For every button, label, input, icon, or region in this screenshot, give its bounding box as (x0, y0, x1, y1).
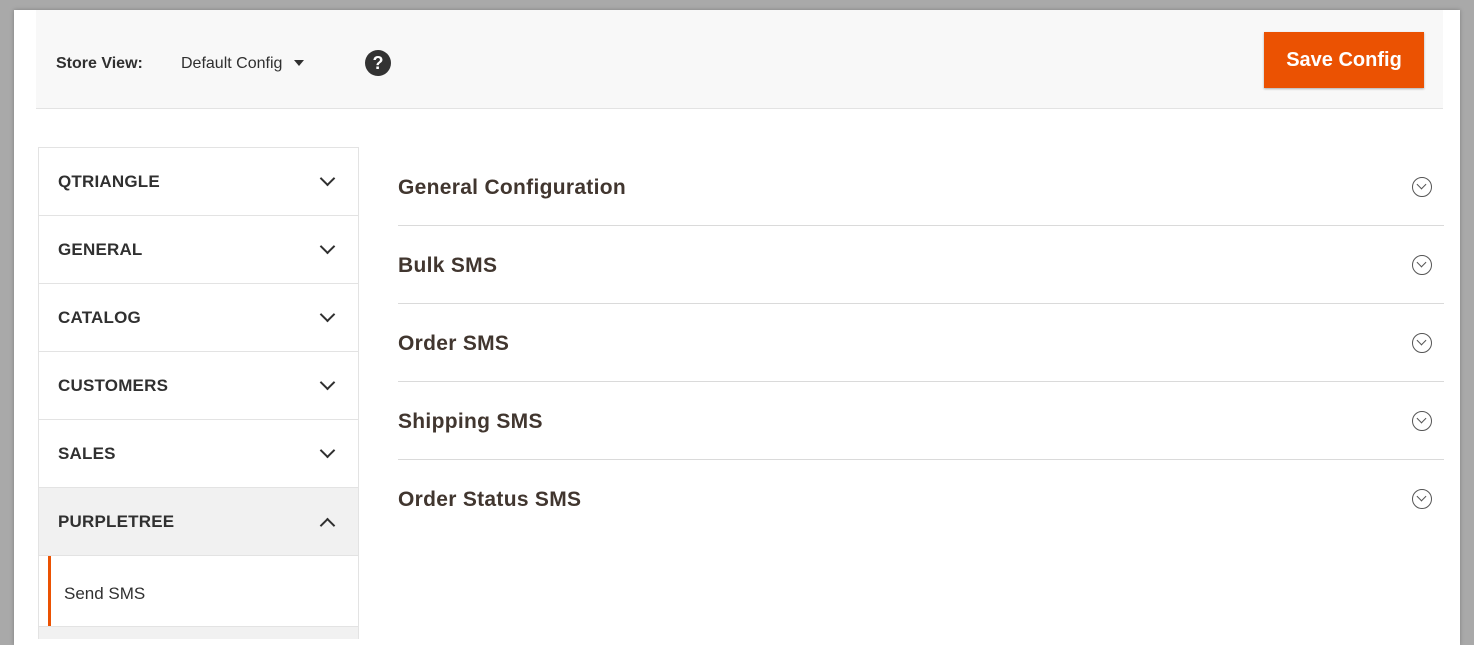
chevron-down-icon (319, 306, 336, 323)
section-title: Order SMS (398, 332, 510, 355)
help-icon[interactable]: ? (365, 50, 391, 76)
chevron-circle-down-icon (1412, 255, 1432, 275)
section-order-sms[interactable]: Order SMS (398, 304, 1444, 382)
save-config-button[interactable]: Save Config (1264, 32, 1424, 88)
sidebar-tab-purpletree[interactable]: PURPLETREE (38, 487, 359, 555)
sidebar-item-partial (38, 627, 359, 639)
chevron-down-icon (319, 170, 336, 187)
chevron-circle-down-icon (1412, 177, 1432, 197)
sidebar-tab-catalog[interactable]: CATALOG (38, 283, 359, 351)
sidebar-tab-label: PURPLETREE (58, 512, 175, 531)
sidebar-tab-label: CUSTOMERS (58, 376, 169, 395)
chevron-circle-down-icon (1412, 411, 1432, 431)
section-bulk-sms[interactable]: Bulk SMS (398, 226, 1444, 304)
section-title: Bulk SMS (398, 254, 498, 277)
sidebar-tab-label: SALES (58, 444, 116, 463)
sidebar-tab-general[interactable]: GENERAL (38, 215, 359, 283)
sidebar-item-send-sms[interactable]: Send SMS (38, 555, 359, 627)
active-indicator (48, 556, 51, 626)
store-view-value: Default Config (181, 55, 283, 72)
sidebar-item-label: Send SMS (64, 584, 146, 603)
section-shipping-sms[interactable]: Shipping SMS (398, 382, 1444, 460)
section-title: Order Status SMS (398, 488, 582, 511)
sidebar-tab-label: GENERAL (58, 240, 143, 259)
chevron-circle-down-icon (1412, 489, 1432, 509)
sidebar-tab-customers[interactable]: CUSTOMERS (38, 351, 359, 419)
config-sections: General Configuration Bulk SMS Order SMS… (398, 148, 1444, 537)
chevron-down-icon (319, 238, 336, 255)
section-general-configuration[interactable]: General Configuration (398, 148, 1444, 226)
sidebar-tab-sales[interactable]: SALES (38, 419, 359, 487)
chevron-down-icon (319, 442, 336, 459)
sidebar-tab-label: CATALOG (58, 308, 141, 327)
caret-down-icon (294, 59, 305, 66)
chevron-down-icon (319, 374, 336, 391)
store-view-bar: Store View: Default Config ? Save Config (36, 10, 1443, 109)
section-title: General Configuration (398, 176, 626, 199)
section-title: Shipping SMS (398, 410, 543, 433)
store-view-label: Store View: (56, 55, 143, 72)
sidebar-tab-qtriangle[interactable]: QTRIANGLE (38, 147, 359, 215)
chevron-circle-down-icon (1412, 333, 1432, 353)
store-view-dropdown[interactable]: Default Config (181, 55, 305, 73)
chevron-up-icon (319, 517, 336, 534)
config-page: Store View: Default Config ? Save Config… (14, 10, 1460, 645)
sidebar-tab-label: QTRIANGLE (58, 172, 160, 191)
section-order-status-sms[interactable]: Order Status SMS (398, 460, 1444, 537)
config-sidebar: QTRIANGLE GENERAL CATALOG CUSTOMERS SALE… (38, 147, 359, 639)
